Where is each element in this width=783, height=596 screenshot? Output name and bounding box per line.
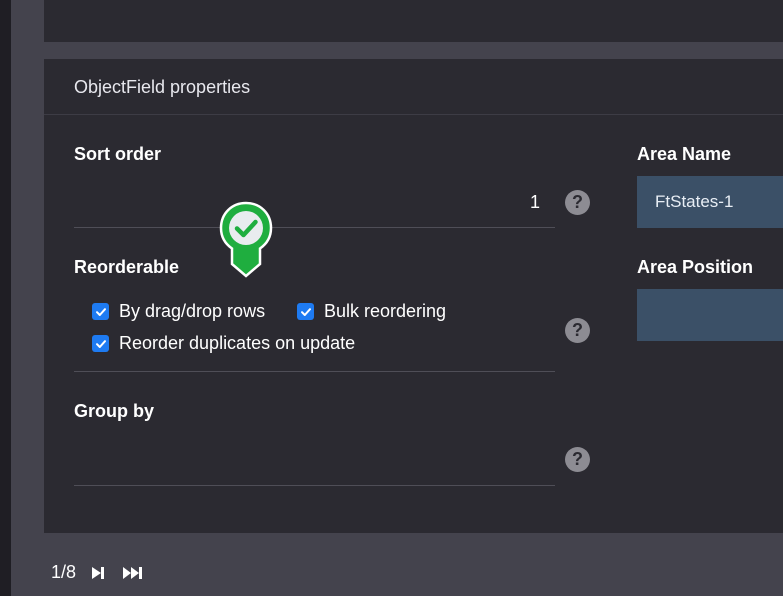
reorderable-label: Reorderable xyxy=(74,257,180,277)
checkbox-label: Bulk reordering xyxy=(324,301,447,321)
area-position-input[interactable] xyxy=(637,289,783,341)
page-indicator: 1/8 xyxy=(51,562,77,582)
help-circle-icon[interactable]: ? xyxy=(565,447,590,472)
top-panel xyxy=(44,0,783,42)
area-name-label: Area Name xyxy=(637,144,732,164)
checkbox-drag-drop-rows[interactable]: By drag/drop rows xyxy=(92,301,265,322)
panel-header: ObjectField properties xyxy=(44,59,783,115)
step-forward-icon[interactable] xyxy=(88,564,110,582)
checkbox-label: By drag/drop rows xyxy=(119,301,266,321)
area-name-input[interactable]: FtStates-1 xyxy=(637,176,783,228)
area-position-label: Area Position xyxy=(637,257,754,277)
help-circle-icon[interactable]: ? xyxy=(565,190,590,215)
left-sidebar-strip xyxy=(0,0,11,596)
checkmark-icon[interactable] xyxy=(92,303,109,320)
fast-forward-icon[interactable] xyxy=(122,564,144,582)
checkbox-label: Reorder duplicates on update xyxy=(119,333,356,353)
sort-order-input[interactable]: 1 xyxy=(530,192,540,213)
pager: 1/8 xyxy=(51,562,144,583)
reorderable-underline xyxy=(74,371,555,372)
checkmark-icon[interactable] xyxy=(92,335,109,352)
help-circle-icon[interactable]: ? xyxy=(565,318,590,343)
checkbox-reorder-duplicates[interactable]: Reorder duplicates on update xyxy=(92,333,355,354)
checkbox-bulk-reordering[interactable]: Bulk reordering xyxy=(297,301,446,322)
sort-order-label: Sort order xyxy=(74,144,162,164)
panel-title: ObjectField properties xyxy=(74,77,251,97)
group-by-underline xyxy=(74,485,555,486)
checkmark-icon[interactable] xyxy=(297,303,314,320)
check-pin-icon xyxy=(219,201,273,278)
sort-order-underline xyxy=(74,227,555,228)
group-by-label: Group by xyxy=(74,401,154,421)
object-field-properties-panel: ObjectField properties Sort order 1 ? Re… xyxy=(44,59,783,533)
